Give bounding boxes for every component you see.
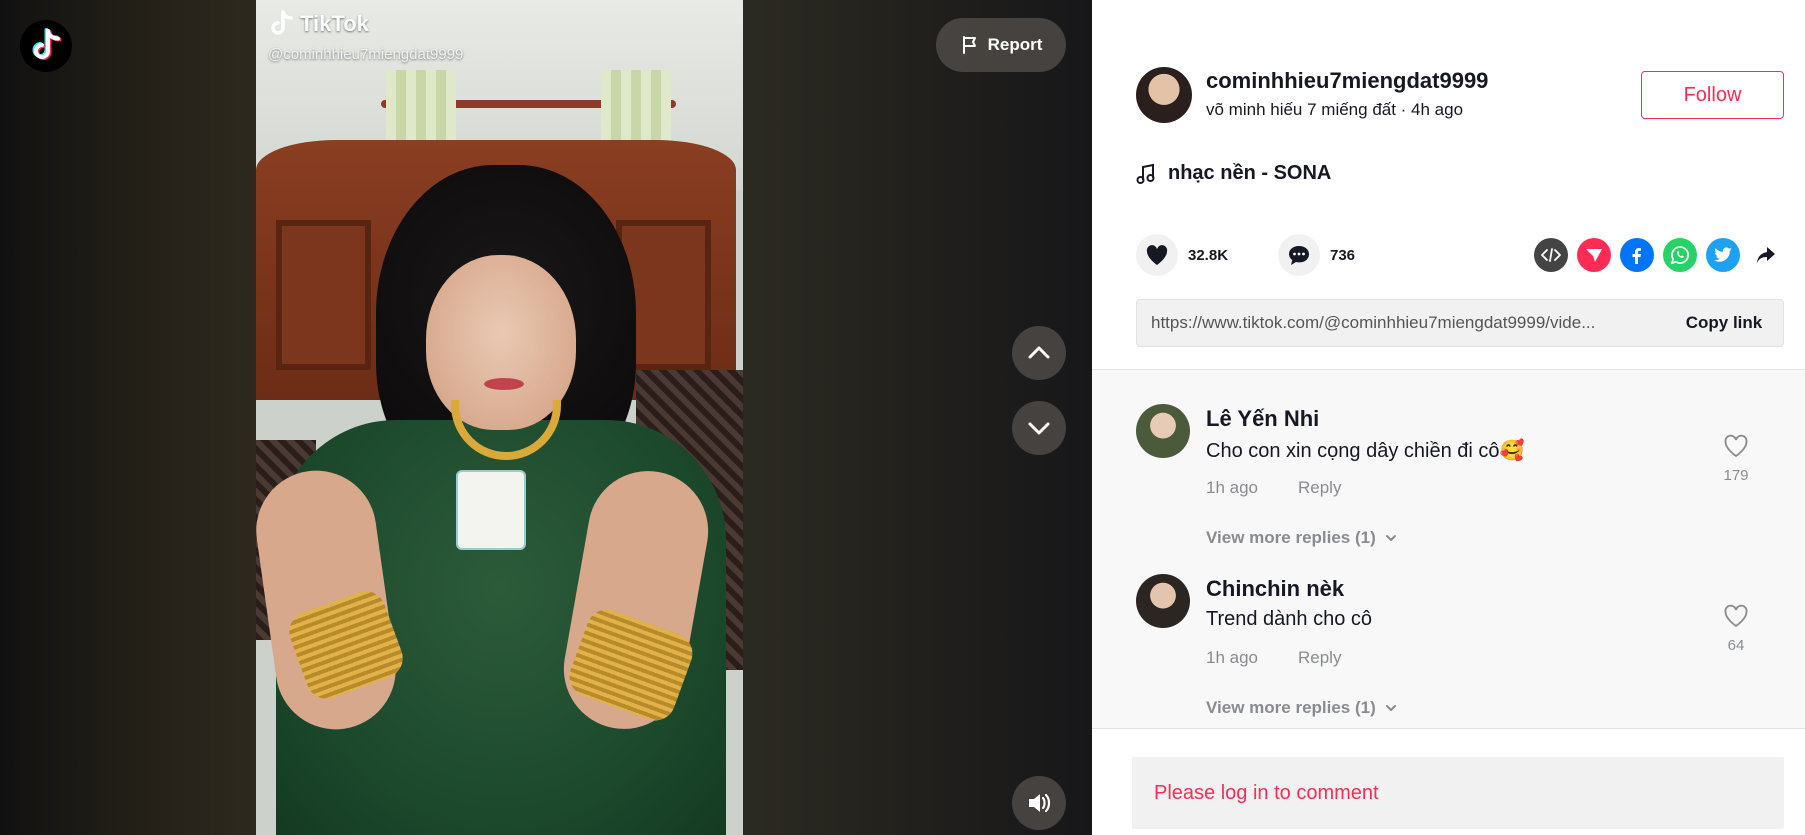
like-button[interactable] [1136, 234, 1178, 276]
tiktok-home-button[interactable] [20, 20, 72, 72]
comment-like[interactable]: 179 [1716, 434, 1756, 484]
flag-icon [962, 36, 976, 54]
music-note-icon [1136, 163, 1155, 184]
embed-button[interactable] [1534, 238, 1568, 272]
music-link[interactable]: nhạc nền - SONA [1136, 162, 1331, 185]
person-lips [484, 378, 524, 390]
comment-item: Lê Yến Nhi Cho con xin cọng dây chiền đi… [1136, 370, 1776, 547]
whatsapp-icon [1670, 246, 1689, 265]
comment-meta: 1h ago Reply [1206, 648, 1341, 668]
comment-meta: 1h ago Reply [1206, 478, 1341, 498]
chevron-down-icon [1385, 705, 1396, 711]
video-link-text[interactable]: https://www.tiktok.com/@cominhhieu7mieng… [1137, 313, 1665, 333]
comment-like[interactable]: 64 [1716, 604, 1756, 654]
video-blur-left [0, 0, 256, 835]
login-to-comment-button[interactable]: Please log in to comment [1132, 757, 1784, 829]
commenter-name[interactable]: Chinchin nèk [1206, 576, 1344, 602]
follow-button[interactable]: Follow [1641, 71, 1784, 119]
chevron-up-icon [1028, 346, 1050, 359]
video-link-box: https://www.tiktok.com/@cominhhieu7mieng… [1136, 299, 1784, 347]
playing-cards [456, 470, 526, 550]
comment-time: 1h ago [1206, 648, 1258, 667]
copy-link-button[interactable]: Copy link [1665, 313, 1783, 333]
share-twitter-button[interactable] [1706, 238, 1740, 272]
author-subtitle: võ minh hiếu 7 miếng đất · 4h ago [1206, 100, 1464, 119]
heart-outline-icon [1724, 604, 1748, 628]
comment-button[interactable] [1278, 234, 1320, 276]
watermark-brand: TikTok [300, 11, 369, 36]
comments-list[interactable]: Lê Yến Nhi Cho con xin cọng dây chiền đi… [1092, 369, 1805, 729]
comment-count: 736 [1330, 246, 1356, 264]
volume-button[interactable] [1012, 776, 1066, 830]
report-label: Report [987, 35, 1043, 54]
send-icon [1586, 249, 1602, 262]
comment-reply-button[interactable]: Reply [1298, 478, 1341, 498]
video-detail-panel: cominhhieu7miengdat9999 võ minh hiếu 7 m… [1092, 0, 1805, 835]
next-video-button[interactable] [1012, 401, 1066, 455]
share-arrow-icon [1757, 247, 1775, 263]
share-facebook-button[interactable] [1620, 238, 1654, 272]
comment-like-count: 64 [1727, 637, 1745, 654]
video-frame[interactable] [256, 0, 743, 835]
tiktok-note-icon [271, 10, 293, 35]
like-count: 32.8K [1188, 246, 1229, 264]
like-stat[interactable]: 32.8K [1136, 234, 1228, 276]
facebook-icon [1632, 248, 1641, 264]
author-avatar[interactable] [1136, 67, 1192, 123]
volume-icon [1029, 793, 1051, 813]
author-username[interactable]: cominhhieu7miengdat9999 [1206, 68, 1488, 94]
commenter-avatar[interactable] [1136, 404, 1190, 458]
comment-bubble-icon [1289, 246, 1309, 265]
commenter-avatar[interactable] [1136, 574, 1190, 628]
commenter-name[interactable]: Lê Yến Nhi [1206, 406, 1319, 432]
previous-video-button[interactable] [1012, 326, 1066, 380]
share-options [1534, 238, 1783, 272]
report-button[interactable]: Report [936, 18, 1066, 72]
tiktok-logo-icon [32, 28, 62, 60]
comment-stat[interactable]: 736 [1278, 234, 1355, 276]
comment-like-count: 179 [1723, 467, 1749, 484]
view-more-replies-button[interactable]: View more replies (1) [1206, 698, 1398, 718]
share-whatsapp-button[interactable] [1663, 238, 1697, 272]
comment-time: 1h ago [1206, 478, 1258, 497]
send-to-friends-button[interactable] [1577, 238, 1611, 272]
comment-text: Cho con xin cọng dây chiền đi cô🥰 [1206, 440, 1525, 462]
comment-text: Trend dành cho cô [1206, 608, 1373, 630]
view-more-replies-label: View more replies (1) [1206, 698, 1376, 717]
music-title: nhạc nền - SONA [1168, 162, 1332, 184]
watermark-username: @cominhhieu7miengdat9999 [268, 46, 464, 63]
video-player[interactable]: TikTok @cominhhieu7miengdat9999 Report [0, 0, 1092, 835]
heart-icon [1146, 245, 1168, 265]
watermark-logo: TikTok [268, 10, 369, 38]
embed-icon [1541, 248, 1561, 262]
heart-outline-icon [1724, 434, 1748, 458]
scene-wardrobe-panel [276, 220, 371, 370]
comment-item: Chinchin nèk Trend dành cho cô 1h ago Re… [1136, 540, 1776, 717]
chevron-down-icon [1028, 422, 1050, 435]
twitter-icon [1714, 247, 1732, 262]
more-share-button[interactable] [1749, 238, 1783, 272]
comment-reply-button[interactable]: Reply [1298, 648, 1341, 668]
